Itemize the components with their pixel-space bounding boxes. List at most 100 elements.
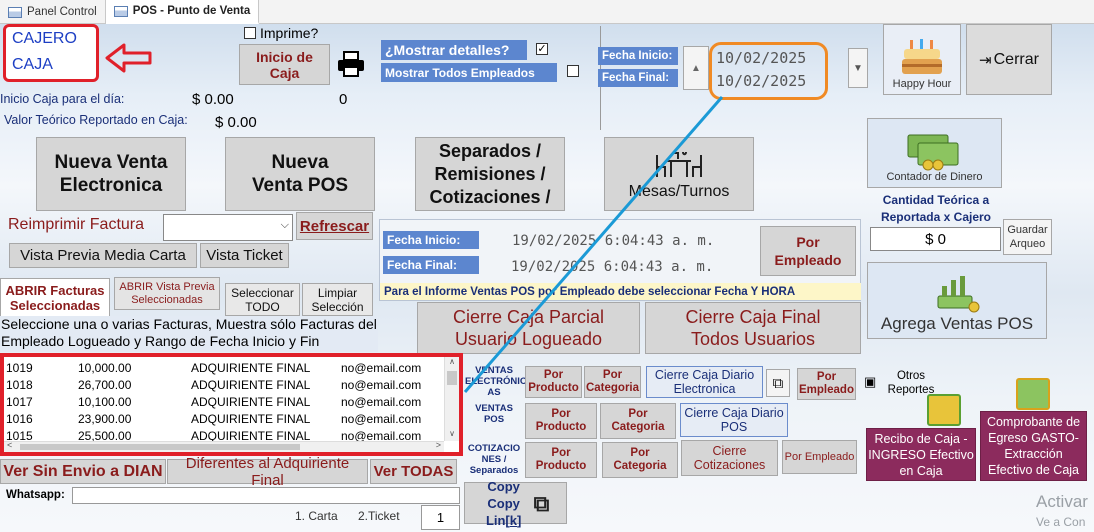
tab-bar: Panel Control POS - Punto de Venta [0, 0, 1094, 24]
cierre-diario-electronica-button[interactable]: Cierre Caja Diario Electronica [646, 366, 763, 398]
valor-teorico-label: Valor Teórico Reportado en Caja: [4, 113, 188, 127]
mostrar-empleados-checkbox[interactable] [567, 65, 579, 77]
scroll-down-icon[interactable]: ∨ [445, 429, 459, 441]
table-row[interactable]: 1019 10,000.00 ADQUIRIENTE FINAL no@email.c… [4, 359, 444, 376]
comprobante-egreso-label: Comprobante de Egreso GASTO- Extracción … [986, 415, 1081, 477]
valor-teorico-value: $ 0.00 [215, 114, 257, 131]
scroll-right-icon[interactable]: > [436, 440, 441, 450]
cerrar-button[interactable]: ⇥ Cerrar [966, 24, 1052, 95]
agrega-ventas-pos-button[interactable]: Agrega Ventas POS [867, 262, 1047, 339]
reimprimir-combo[interactable]: ⌵ [163, 214, 293, 241]
abrir-vista-previa-tab[interactable]: ABRIR Vista Previa Seleccionadas [114, 277, 220, 310]
whatsapp-input[interactable] [72, 487, 460, 504]
red-arrow-icon [105, 43, 152, 73]
refrescar-button[interactable]: Refrescar [296, 212, 373, 240]
nueva-venta-pos-button[interactable]: Nueva Venta POS [225, 137, 375, 211]
mesas-turnos-button[interactable]: Mesas/Turnos [604, 137, 754, 211]
table-chairs-icon [656, 151, 702, 177]
separados-button[interactable]: Separados / Remisiones / Cotizaciones / [415, 137, 565, 211]
limpiar-seleccion-button[interactable]: Limpiar Selección [302, 283, 373, 316]
abrir-facturas-tab[interactable]: ABRIR Facturas Seleccionadas [0, 278, 110, 316]
cake-icon [902, 39, 942, 74]
co-por-categoria-button[interactable]: Por Categoria [602, 442, 678, 478]
nueva-venta-electronica-button[interactable]: Nueva Venta Electronica [36, 137, 186, 211]
cierre-diario-pos-label: Cierre Caja Diario POS [684, 406, 784, 434]
contador-dinero-button[interactable]: Contador de Dinero [867, 118, 1002, 188]
instructions-text: Seleccione una o varias Facturas, Muestr… [1, 316, 377, 349]
copy-icon: ⧉ [772, 374, 784, 392]
table-row[interactable]: 1016 23,900.00 ADQUIRIENTE FINAL no@email.c… [4, 410, 444, 427]
cierre-diario-pos-button[interactable]: Cierre Caja Diario POS [680, 403, 788, 437]
ver-todas-button[interactable]: Ver TODAS [370, 459, 457, 484]
invoice-id-cell: 1019 [6, 360, 33, 375]
cierre-parcial-label: Cierre Caja Parcial Usuario Logueado [452, 307, 605, 349]
invoice-id-cell: 1018 [6, 377, 33, 392]
co-por-producto-button[interactable]: Por Producto [525, 442, 597, 478]
printer-icon[interactable] [336, 50, 366, 78]
report-fecha-final-value[interactable]: 19/02/2025 6:04:43 a. m. [511, 259, 713, 275]
happy-hour-button[interactable]: Happy Hour [883, 24, 961, 95]
tab-panel-control[interactable]: Panel Control [0, 0, 106, 24]
diferentes-button[interactable]: Diferentes al Adquiriente Final [167, 455, 368, 489]
cantidad-value-field[interactable]: $ 0 [870, 227, 1001, 251]
copy-link-button[interactable]: Copy Copy Lin[k] ⧉ [464, 479, 567, 528]
guardar-arqueo-button[interactable]: Guardar Arqueo [1003, 219, 1052, 255]
ve-por-categoria-button[interactable]: Por Categoria [584, 366, 641, 398]
report-fecha-inicio-value[interactable]: 19/02/2025 6:04:43 a. m. [512, 233, 714, 249]
invoice-email-cell: no@email.com [341, 377, 422, 392]
fecha-inicio-band: Fecha Inicio: [598, 47, 678, 65]
fecha-dropdown-button[interactable]: ▼ [848, 48, 868, 88]
copy-link-label: Copy Copy Lin[k] [485, 478, 522, 528]
ventas-electronicas-label: VENTAS ELECTRÓNIC AS [465, 365, 527, 398]
co-por-empleado-button[interactable]: Por Empleado [782, 440, 857, 474]
horizontal-scrollbar[interactable]: < > [4, 440, 444, 452]
ve-por-producto-label: Por Producto [528, 369, 579, 394]
copy-report-icon-button[interactable]: ⧉ [766, 369, 790, 397]
imprime-checkbox[interactable] [244, 27, 256, 39]
report-por-empleado-button[interactable]: Por Empleado [760, 226, 856, 276]
vp-por-producto-label: Por Producto [535, 408, 587, 433]
vp-por-producto-button[interactable]: Por Producto [525, 403, 597, 439]
otros-reportes-icon[interactable]: ▣ [864, 374, 876, 390]
fecha-final-value[interactable]: 10/02/2025 [716, 72, 806, 90]
ve-por-producto-button[interactable]: Por Producto [525, 366, 582, 398]
fecha-up-button[interactable]: ▲ [683, 46, 709, 90]
invoice-listbox[interactable]: 1019 10,000.00 ADQUIRIENTE FINAL no@email.c… [0, 353, 463, 456]
tab-label: Panel Control [27, 6, 97, 18]
seleccionar-todo-button[interactable]: Seleccionar TODO [225, 283, 300, 316]
ve-por-empleado-button[interactable]: Por Empleado [797, 368, 856, 400]
recibo-caja-button[interactable]: Recibo de Caja - INGRESO Efectivo en Caj… [866, 428, 976, 481]
inicio-caja-label: Inicio de Caja [256, 48, 313, 81]
vista-ticket-button[interactable]: Vista Ticket [200, 243, 289, 268]
diferentes-label: Diferentes al Adquiriente Final [185, 454, 350, 489]
ver-sin-envio-button[interactable]: Ver Sin Envio a DIAN [0, 459, 166, 484]
vp-por-categoria-button[interactable]: Por Categoria [600, 403, 676, 439]
table-row[interactable]: 1017 10,100.00 ADQUIRIENTE FINAL no@email.c… [4, 393, 444, 410]
cantidad-teorica-label: Cantidad Teórica a Reportada x Cajero [880, 193, 992, 224]
fecha-inicio-value[interactable]: 10/02/2025 [716, 49, 806, 67]
scroll-thumb[interactable] [447, 371, 457, 385]
comprobante-egreso-button[interactable]: Comprobante de Egreso GASTO- Extracción … [980, 411, 1087, 481]
copies-input[interactable]: 1 [421, 505, 460, 530]
nueva-venta-electronica-label: Nueva Venta Electronica [54, 152, 168, 196]
scroll-left-icon[interactable]: < [7, 440, 12, 450]
invoice-rows: 1019 10,000.00 ADQUIRIENTE FINAL no@email.c… [4, 359, 444, 444]
hscroll-thumb[interactable] [20, 444, 300, 450]
cajero-label: CAJERO [12, 30, 77, 47]
recibo-caja-label: Recibo de Caja - INGRESO Efectivo en Caj… [868, 431, 974, 478]
table-row[interactable]: 1018 26,700.00 ADQUIRIENTE FINAL no@email.c… [4, 376, 444, 393]
inicio-caja-dia-value: $ 0.00 [192, 91, 234, 108]
ver-sin-envio-label: Ver Sin Envio a DIAN [3, 462, 163, 480]
ve-por-categoria-label: Por Categoria [585, 369, 640, 394]
tab-pos[interactable]: POS - Punto de Venta [105, 0, 260, 24]
inicio-caja-button[interactable]: Inicio de Caja [239, 44, 330, 85]
cierre-parcial-button[interactable]: Cierre Caja Parcial Usuario Logueado [417, 302, 640, 354]
cierre-final-button[interactable]: Cierre Caja Final Todos Usuarios [645, 302, 861, 354]
mostrar-detalles-checkbox[interactable]: ✓ [536, 43, 548, 55]
scroll-up-icon[interactable]: ∧ [445, 357, 459, 369]
invoice-amount-cell: 10,100.00 [78, 394, 132, 409]
vertical-scrollbar[interactable]: ∧ ∨ [444, 357, 459, 441]
vista-media-carta-button[interactable]: Vista Previa Media Carta [9, 243, 197, 268]
informe-note: Para el Informe Ventas POS por Empleado … [384, 285, 796, 298]
cierre-cotizaciones-button[interactable]: Cierre Cotizaciones [681, 440, 778, 476]
